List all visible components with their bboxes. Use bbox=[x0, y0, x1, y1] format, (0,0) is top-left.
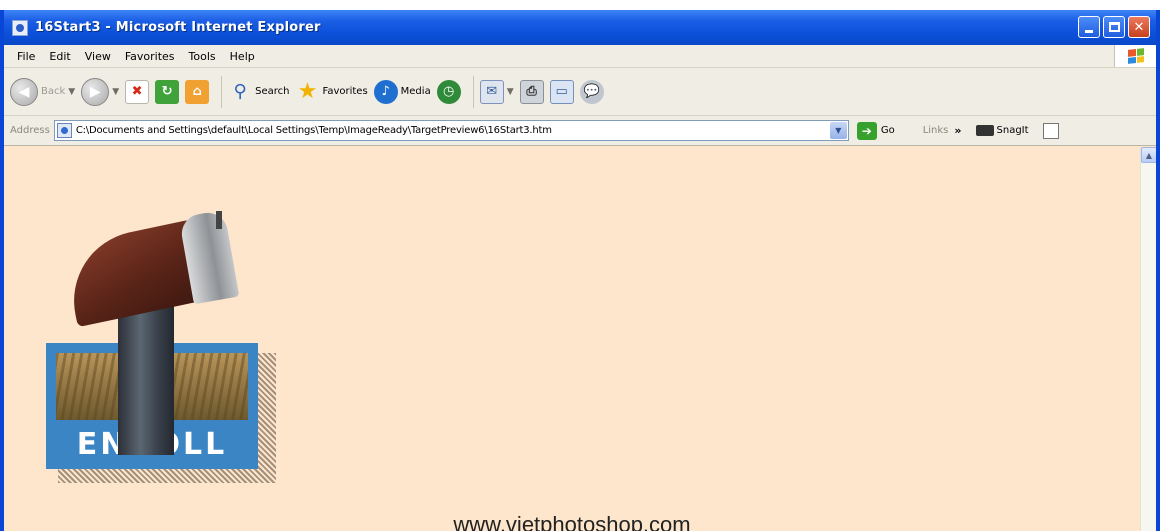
toolbar-separator bbox=[221, 75, 223, 108]
refresh-button[interactable]: ↻ bbox=[155, 79, 180, 104]
menu-favorites[interactable]: Favorites bbox=[118, 50, 182, 63]
address-bar: Address C:\Documents and Settings\defaul… bbox=[4, 116, 1156, 146]
window-title: 16Start3 - Microsoft Internet Explorer bbox=[35, 20, 321, 35]
page-content: ENROLL www.vietphotoshop.com bbox=[4, 147, 1140, 531]
maximize-icon bbox=[1108, 22, 1120, 32]
minimize-button[interactable] bbox=[1078, 16, 1100, 38]
go-button[interactable]: ➔ Go bbox=[856, 121, 895, 140]
favorites-button[interactable]: ★ Favorites bbox=[295, 79, 368, 104]
snagit-button[interactable]: SnagIt bbox=[975, 125, 1029, 136]
toolbar-separator bbox=[472, 75, 474, 108]
mail-icon: ✉ bbox=[479, 79, 504, 104]
home-icon: ⌂ bbox=[185, 79, 210, 104]
close-button[interactable]: ✕ bbox=[1128, 16, 1150, 38]
edit-page-icon: ▭ bbox=[549, 79, 574, 104]
media-label: Media bbox=[400, 86, 431, 97]
menu-file[interactable]: File bbox=[10, 50, 42, 63]
mail-dropdown-icon[interactable]: ▼ bbox=[507, 87, 514, 97]
forward-dropdown-icon[interactable]: ▼ bbox=[112, 87, 119, 97]
address-url: C:\Documents and Settings\default\Local … bbox=[75, 125, 552, 136]
links-label[interactable]: Links bbox=[923, 125, 949, 136]
print-icon: ⎙ bbox=[519, 79, 544, 104]
scroll-up-icon[interactable]: ▲ bbox=[1141, 147, 1156, 163]
print-button[interactable]: ⎙ bbox=[519, 79, 544, 104]
back-button[interactable]: ◀ Back ▼ bbox=[10, 77, 75, 106]
mailbox-icon bbox=[61, 209, 248, 328]
back-dropdown-icon[interactable]: ▼ bbox=[68, 87, 75, 97]
page-icon bbox=[56, 123, 72, 138]
mailbox-latch bbox=[216, 211, 222, 229]
vertical-scrollbar[interactable]: ▲ bbox=[1140, 147, 1156, 531]
toolbar-extension-icon[interactable] bbox=[1042, 122, 1059, 139]
menu-bar: File Edit View Favorites Tools Help bbox=[4, 45, 1156, 68]
search-button[interactable]: ⚲ Search bbox=[228, 80, 290, 104]
forward-arrow-icon: ▶ bbox=[81, 77, 110, 106]
snagit-label: SnagIt bbox=[996, 125, 1029, 136]
browser-window: 16Start3 - Microsoft Internet Explorer ✕… bbox=[0, 10, 1160, 531]
favorites-label: Favorites bbox=[322, 86, 368, 97]
address-input[interactable]: C:\Documents and Settings\default\Local … bbox=[53, 120, 849, 141]
enroll-graphic[interactable]: ENROLL bbox=[46, 205, 276, 487]
stop-button[interactable]: ✖ bbox=[125, 79, 150, 104]
go-arrow-icon: ➔ bbox=[856, 121, 877, 140]
windows-logo-icon bbox=[1114, 45, 1156, 67]
stop-icon: ✖ bbox=[125, 79, 150, 104]
history-icon: ◷ bbox=[436, 79, 461, 104]
refresh-icon: ↻ bbox=[155, 79, 180, 104]
mailbox-post bbox=[118, 305, 174, 455]
close-icon: ✕ bbox=[1133, 19, 1145, 35]
edit-button[interactable]: ▭ bbox=[549, 79, 574, 104]
forward-button[interactable]: ▶ ▼ bbox=[81, 77, 119, 106]
back-arrow-icon: ◀ bbox=[10, 77, 38, 106]
media-icon: ♪ bbox=[373, 79, 398, 104]
title-bar[interactable]: 16Start3 - Microsoft Internet Explorer ✕ bbox=[4, 10, 1156, 45]
back-label: Back bbox=[41, 86, 66, 97]
home-button[interactable]: ⌂ bbox=[185, 79, 210, 104]
minimize-icon bbox=[1085, 29, 1093, 33]
discuss-button[interactable]: 💬 bbox=[579, 79, 604, 104]
star-icon: ★ bbox=[297, 79, 318, 104]
watermark-url: www.vietphotoshop.com bbox=[453, 512, 691, 531]
menu-view[interactable]: View bbox=[78, 50, 118, 63]
mail-button[interactable]: ✉ ▼ bbox=[479, 79, 514, 104]
discuss-icon: 💬 bbox=[579, 79, 604, 104]
media-button[interactable]: ♪ Media bbox=[373, 79, 431, 104]
standard-toolbar: ◀ Back ▼ ▶ ▼ ✖ ↻ ⌂ ⚲ Search ★ Favorites … bbox=[4, 68, 1156, 116]
ie-page-icon bbox=[12, 19, 28, 36]
search-icon: ⚲ bbox=[233, 81, 247, 102]
search-label: Search bbox=[255, 86, 290, 97]
history-button[interactable]: ◷ bbox=[436, 79, 461, 104]
address-dropdown-icon[interactable]: ▼ bbox=[829, 122, 847, 139]
menu-tools[interactable]: Tools bbox=[182, 50, 223, 63]
snagit-icon bbox=[975, 125, 994, 136]
menu-help[interactable]: Help bbox=[223, 50, 262, 63]
menu-edit[interactable]: Edit bbox=[42, 50, 77, 63]
address-label: Address bbox=[10, 125, 50, 136]
links-chevron-icon[interactable]: » bbox=[954, 124, 961, 137]
window-controls: ✕ bbox=[1078, 16, 1150, 38]
go-label: Go bbox=[880, 125, 895, 136]
maximize-button[interactable] bbox=[1103, 16, 1125, 38]
